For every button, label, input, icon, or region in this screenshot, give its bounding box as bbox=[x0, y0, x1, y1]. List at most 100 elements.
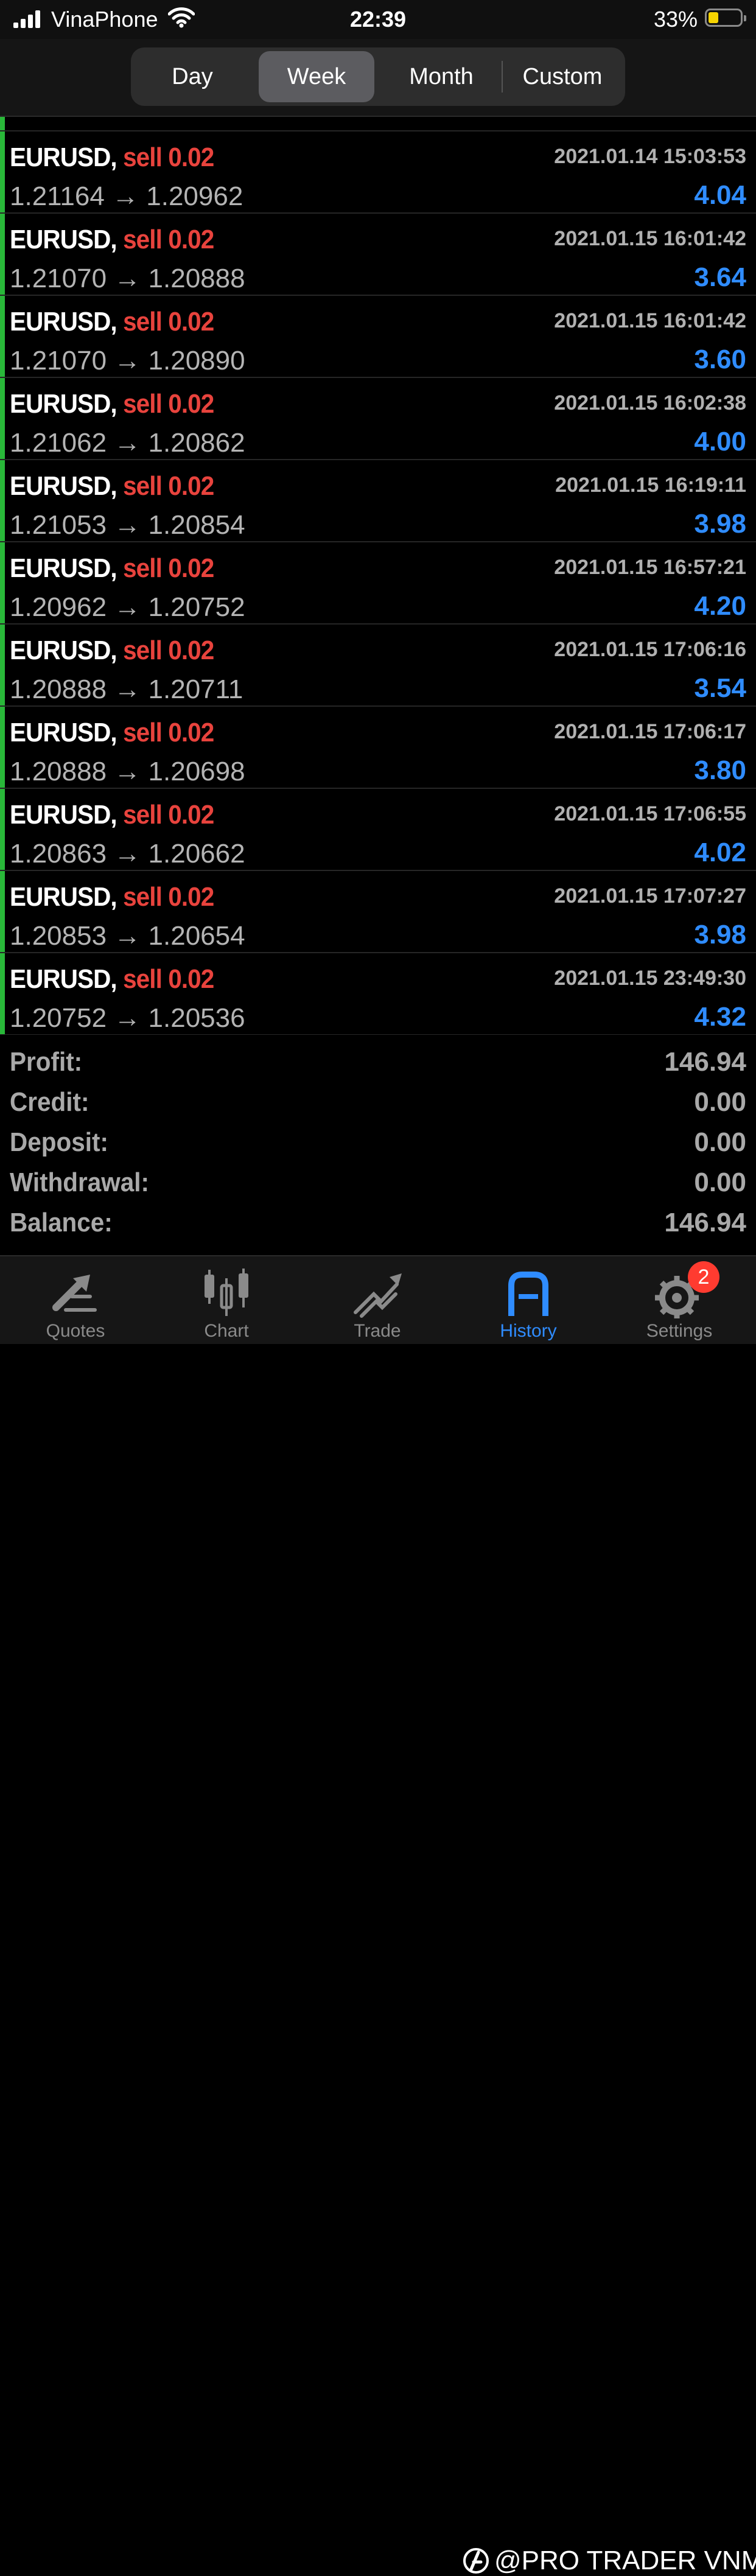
deal-title: EURUSD, sell 0.02 bbox=[10, 225, 214, 255]
summary-label: Deposit: bbox=[10, 1127, 108, 1157]
deal-time: 2021.01.14 15:03:53 bbox=[554, 145, 746, 168]
deal-close-price: 1.20862 bbox=[148, 428, 245, 458]
deal-prices: 1.21070 → 1.20888 bbox=[10, 264, 245, 294]
deal-title: EURUSD, sell 0.02 bbox=[10, 718, 214, 748]
deal-close-price: 1.20536 bbox=[148, 1003, 245, 1033]
deal-profit: 4.04 bbox=[694, 180, 746, 210]
deal-edge-marker bbox=[0, 214, 5, 295]
deal-prices: 1.21164 → 1.20962 bbox=[10, 181, 243, 212]
period-tab-day[interactable]: Day bbox=[135, 51, 250, 102]
deal-edge-marker bbox=[0, 625, 5, 705]
price-arrow-icon: → bbox=[112, 181, 139, 211]
deal-row[interactable]: EURUSD, sell 0.02 2021.01.15 16:57:21 1.20… bbox=[0, 542, 756, 625]
deal-row[interactable]: EURUSD, sell 0.02 2021.01.15 23:49:30 1.20… bbox=[0, 953, 756, 1035]
summary-value: 0.00 bbox=[694, 1127, 746, 1157]
summary-value: 146.94 bbox=[664, 1047, 746, 1077]
status-bar: VinaPhone 22:39 33% bbox=[0, 0, 756, 39]
deal-open-price: 1.20752 bbox=[10, 1003, 107, 1033]
deal-profit: 3.80 bbox=[694, 755, 746, 785]
summary-label: Profit: bbox=[10, 1047, 83, 1077]
deal-close-price: 1.20854 bbox=[148, 510, 245, 540]
deal-title: EURUSD, sell 0.02 bbox=[10, 389, 214, 419]
deal-time: 2021.01.15 16:19:11 bbox=[555, 474, 746, 497]
deal-side-volume: sell 0.02 bbox=[123, 964, 214, 994]
deal-symbol: EURUSD, bbox=[10, 800, 117, 830]
summary-row: Credit: 0.00 bbox=[0, 1082, 756, 1122]
tab-chart[interactable]: Chart bbox=[151, 1256, 302, 1345]
deal-edge-marker bbox=[0, 131, 5, 212]
deal-row[interactable]: EURUSD, sell 0.02 2021.01.14 15:03:53 1.21… bbox=[0, 131, 756, 214]
deal-prices: 1.21070 → 1.20890 bbox=[10, 346, 245, 376]
deal-symbol: EURUSD, bbox=[10, 471, 117, 501]
deal-edge-marker bbox=[0, 117, 5, 130]
deal-time: 2021.01.15 16:02:38 bbox=[554, 391, 746, 415]
summary-row: Withdrawal: 0.00 bbox=[0, 1163, 756, 1203]
deal-side-volume: sell 0.02 bbox=[123, 635, 214, 665]
deal-close-price: 1.20698 bbox=[148, 757, 245, 786]
deal-row[interactable]: EURUSD, sell 0.02 2021.01.15 17:06:17 1.20… bbox=[0, 707, 756, 789]
period-tab-week[interactable]: Week bbox=[259, 51, 374, 102]
deal-open-price: 1.21164 bbox=[10, 181, 105, 211]
deal-close-price: 1.20888 bbox=[148, 264, 245, 293]
tab-quotes[interactable]: Quotes bbox=[0, 1256, 151, 1345]
deal-edge-marker bbox=[0, 871, 5, 952]
period-tab-custom[interactable]: Custom bbox=[503, 51, 621, 102]
deal-side-volume: sell 0.02 bbox=[123, 882, 214, 912]
deal-row[interactable]: EURUSD, sell 0.02 2021.01.15 17:06:16 1.20… bbox=[0, 625, 756, 707]
quotes-icon bbox=[52, 1275, 97, 1312]
deal-list[interactable]: EURUSD, sell 0.02 2021.01.14 15:03:53 1.21… bbox=[0, 117, 756, 1035]
price-arrow-icon: → bbox=[114, 674, 141, 704]
tab-label: Quotes bbox=[46, 1321, 105, 1341]
deal-row[interactable]: EURUSD, sell 0.02 2021.01.15 16:19:11 1.21… bbox=[0, 460, 756, 542]
deal-profit: 3.98 bbox=[694, 920, 746, 950]
deal-row[interactable]: EURUSD, sell 0.02 2021.01.15 17:07:27 1.20… bbox=[0, 871, 756, 953]
deal-close-price: 1.20654 bbox=[148, 921, 245, 951]
brand-logo-icon bbox=[463, 2548, 489, 2574]
deal-prices: 1.21053 → 1.20854 bbox=[10, 510, 245, 541]
deal-time: 2021.01.15 17:06:17 bbox=[554, 720, 746, 743]
deal-row[interactable]: EURUSD, sell 0.02 2021.01.15 16:02:38 1.21… bbox=[0, 378, 756, 460]
deal-edge-marker bbox=[0, 542, 5, 623]
price-arrow-icon: → bbox=[114, 839, 141, 869]
deal-edge-marker bbox=[0, 378, 5, 459]
summary-row: Balance: 146.94 bbox=[0, 1203, 756, 1243]
deal-prices: 1.20888 → 1.20698 bbox=[10, 757, 245, 787]
deal-open-price: 1.20863 bbox=[10, 839, 107, 869]
deal-prices: 1.20863 → 1.20662 bbox=[10, 839, 245, 869]
deal-prices: 1.20853 → 1.20654 bbox=[10, 921, 245, 951]
price-arrow-icon: → bbox=[114, 428, 141, 458]
price-arrow-icon: → bbox=[114, 757, 141, 786]
deal-side-volume: sell 0.02 bbox=[123, 800, 214, 830]
deal-open-price: 1.21062 bbox=[10, 428, 107, 458]
deal-row[interactable]: EURUSD, sell 0.02 2021.01.15 16:01:42 1.21… bbox=[0, 214, 756, 296]
deal-row[interactable]: EURUSD, sell 0.02 2021.01.15 16:01:42 1.21… bbox=[0, 296, 756, 378]
tab-settings[interactable]: 2 Settings bbox=[604, 1256, 755, 1345]
deal-row[interactable]: EURUSD, sell 0.02 2021.01.15 17:06:55 1.20… bbox=[0, 789, 756, 871]
deal-time: 2021.01.15 23:49:30 bbox=[554, 967, 746, 990]
account-summary: Profit: 146.94 Credit: 0.00 Deposit: 0.00 With… bbox=[0, 1035, 756, 1255]
deal-open-price: 1.20853 bbox=[10, 921, 107, 951]
deal-side-volume: sell 0.02 bbox=[123, 225, 214, 254]
deal-prices: 1.20962 → 1.20752 bbox=[10, 592, 245, 623]
history-icon bbox=[508, 1272, 548, 1316]
deal-symbol: EURUSD, bbox=[10, 142, 117, 172]
tab-history[interactable]: History bbox=[453, 1256, 604, 1345]
settings-badge: 2 bbox=[688, 1261, 719, 1293]
deal-time: 2021.01.15 16:01:42 bbox=[554, 227, 746, 250]
summary-row: Deposit: 0.00 bbox=[0, 1122, 756, 1163]
tab-trade[interactable]: Trade bbox=[302, 1256, 453, 1345]
period-tab-month[interactable]: Month bbox=[382, 51, 501, 102]
deal-symbol: EURUSD, bbox=[10, 553, 117, 583]
trade-icon bbox=[354, 1273, 402, 1318]
summary-value: 0.00 bbox=[694, 1087, 746, 1117]
deal-profit: 3.98 bbox=[694, 509, 746, 539]
deal-row-partial bbox=[0, 117, 756, 131]
deal-close-price: 1.20752 bbox=[148, 592, 245, 622]
deal-profit: 4.32 bbox=[694, 1002, 746, 1032]
summary-value: 0.00 bbox=[694, 1167, 746, 1197]
deal-edge-marker bbox=[0, 953, 5, 1034]
price-arrow-icon: → bbox=[114, 592, 141, 622]
deal-time: 2021.01.15 16:57:21 bbox=[554, 556, 746, 579]
deal-symbol: EURUSD, bbox=[10, 225, 117, 254]
deal-open-price: 1.21070 bbox=[10, 346, 107, 376]
